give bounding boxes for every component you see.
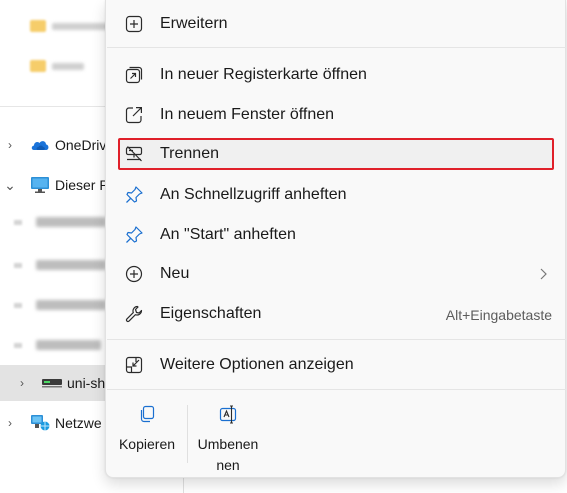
menu-item-open-new-tab[interactable]: In neuer Registerkarte öffnen (118, 59, 554, 91)
open-new-tab-icon (124, 65, 144, 85)
blurred-label (52, 63, 84, 70)
blurred-label (36, 340, 101, 350)
menu-item-label: Eigenschaften (160, 305, 262, 322)
command-divider (187, 405, 188, 463)
chevron-right-icon[interactable]: › (4, 415, 16, 431)
menu-item-properties[interactable]: Eigenschaften Alt+Eingabetaste (118, 298, 554, 330)
rename-icon (218, 404, 238, 424)
more-options-icon (124, 355, 144, 375)
folder-icon (30, 60, 46, 72)
rename-label: Umbenennen (197, 436, 259, 473)
copy-label: Kopieren (118, 436, 176, 452)
open-new-window-icon (124, 105, 144, 125)
blurred-drive-item[interactable] (14, 338, 110, 352)
copy-button[interactable]: Kopieren (111, 402, 183, 472)
chevron-right-icon[interactable]: › (4, 137, 16, 153)
onedrive-cloud-icon (30, 136, 50, 154)
new-circle-plus-icon (124, 264, 144, 284)
blurred-dot (14, 263, 22, 268)
wrench-icon (124, 304, 144, 324)
nav-item-network[interactable]: › Netzwe (0, 405, 110, 441)
menu-item-label: Erweitern (160, 15, 228, 32)
menu-item-disconnect[interactable]: Trennen (118, 138, 554, 170)
pin-icon (124, 225, 144, 245)
blurred-drive-item[interactable] (14, 298, 110, 312)
nav-item-uni-share[interactable]: › uni-sh (0, 365, 110, 401)
nav-item-label: Netzwe (55, 415, 102, 431)
menu-separator (107, 389, 566, 390)
menu-item-label: An Schnellzugriff anheften (160, 186, 347, 203)
divider (183, 478, 184, 493)
blurred-dot (14, 220, 22, 225)
keyboard-shortcut: Alt+Eingabetaste (445, 307, 552, 323)
menu-item-new[interactable]: Neu (118, 258, 554, 290)
copy-icon (137, 404, 157, 424)
blurred-label (36, 260, 106, 270)
nav-item-onedrive[interactable]: › OneDriv (0, 127, 110, 163)
menu-item-pin-start[interactable]: An "Start" anheften (118, 219, 554, 251)
menu-item-label: Neu (160, 265, 190, 282)
chevron-down-icon[interactable]: ⌄ (4, 177, 16, 193)
folder-icon (30, 20, 46, 32)
nav-item-this-pc[interactable]: ⌄ Dieser P (0, 167, 110, 203)
menu-item-expand[interactable]: Erweitern (118, 8, 554, 40)
nav-item-label: OneDriv (55, 137, 107, 153)
chevron-right-icon (536, 265, 550, 283)
menu-item-label: Trennen (160, 145, 219, 162)
blurred-label (52, 23, 112, 30)
blurred-drive-item[interactable] (14, 258, 110, 272)
pin-icon (124, 185, 144, 205)
blurred-label (36, 300, 106, 310)
menu-item-label: Weitere Optionen anzeigen (160, 356, 354, 373)
menu-separator (107, 47, 566, 48)
chevron-right-icon[interactable]: › (16, 375, 28, 391)
nav-item-label: uni-sh (67, 375, 106, 391)
this-pc-monitor-icon (30, 176, 50, 194)
menu-item-pin-quick-access[interactable]: An Schnellzugriff anheften (118, 179, 554, 211)
context-menu: Erweitern In neuer Registerkarte öffnen … (105, 0, 566, 478)
blurred-dot (14, 303, 22, 308)
menu-item-label: An "Start" anheften (160, 226, 296, 243)
menu-separator (107, 339, 566, 340)
nav-item-label: Dieser P (55, 177, 109, 193)
pane-divider (0, 106, 110, 107)
menu-item-more-options[interactable]: Weitere Optionen anzeigen (118, 349, 554, 381)
network-drive-icon (42, 377, 62, 395)
menu-item-open-new-window[interactable]: In neuem Fenster öffnen (118, 99, 554, 131)
blurred-dot (14, 343, 22, 348)
blurred-label (36, 217, 106, 227)
menu-item-label: In neuem Fenster öffnen (160, 106, 335, 123)
expand-plus-icon (124, 14, 144, 34)
blurred-drive-item[interactable] (14, 215, 110, 229)
rename-button[interactable]: Umbenennen (193, 402, 263, 473)
network-icon (30, 414, 50, 432)
disconnect-drive-icon (124, 144, 144, 164)
menu-item-label: In neuer Registerkarte öffnen (160, 66, 367, 83)
